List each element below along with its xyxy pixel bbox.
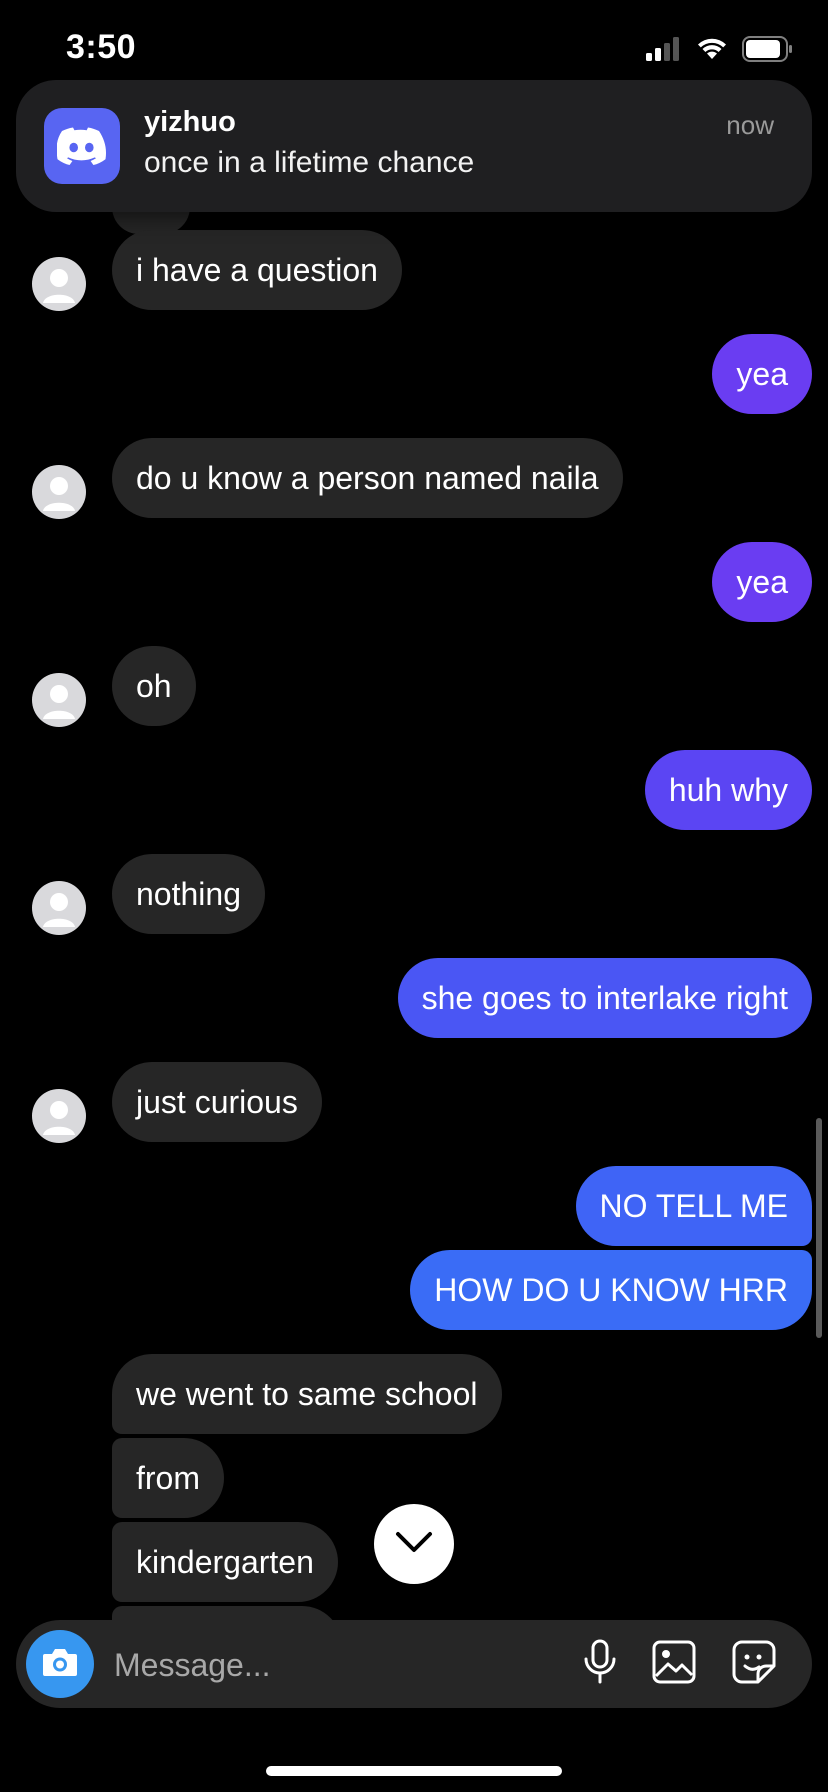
status-icons: [646, 36, 794, 67]
image-icon: [652, 1640, 696, 1689]
message-bubble-incoming[interactable]: kindergarten: [112, 1522, 338, 1602]
message-text: kindergarten: [136, 1543, 314, 1580]
message-bubble-outgoing[interactable]: yea: [712, 542, 812, 622]
message-text: yea: [736, 563, 788, 600]
message-bubble-incoming[interactable]: i have a question: [112, 230, 402, 310]
message-input[interactable]: [112, 1634, 576, 1696]
sticker-button[interactable]: [732, 1640, 776, 1689]
avatar[interactable]: [32, 257, 86, 311]
message-bubble-partial: [112, 1606, 342, 1620]
discord-icon: [44, 108, 120, 184]
message-bubble-outgoing[interactable]: yea: [712, 334, 812, 414]
message-text: from: [136, 1459, 200, 1496]
message-text: oh: [136, 667, 172, 704]
message-bubble-incoming[interactable]: oh: [112, 646, 196, 726]
message-text: nothing: [136, 875, 241, 912]
avatar[interactable]: [32, 881, 86, 935]
message-text: huh why: [668, 771, 788, 808]
message-text: NO TELL ME: [599, 1187, 789, 1224]
message-text: we went to same school: [136, 1375, 478, 1412]
message-composer: [16, 1620, 812, 1708]
microphone-button[interactable]: [578, 1639, 622, 1686]
avatar[interactable]: [32, 465, 86, 519]
message-bubble-outgoing[interactable]: NO TELL ME: [575, 1166, 812, 1246]
message-bubble-outgoing[interactable]: huh why: [644, 750, 812, 830]
camera-button[interactable]: [26, 1630, 94, 1698]
notification-banner[interactable]: yizhuo once in a lifetime chance now: [16, 80, 812, 212]
cellular-signal-icon: [646, 37, 682, 66]
scroll-to-bottom-button[interactable]: [374, 1504, 454, 1584]
notification-time: now: [726, 110, 774, 140]
avatar[interactable]: [32, 673, 86, 727]
avatar[interactable]: [32, 1089, 86, 1143]
battery-icon: [742, 36, 794, 67]
message-text: do u know a person named naila: [136, 459, 599, 496]
sticker-icon: [732, 1640, 776, 1689]
notification-title: yizhuo: [144, 106, 236, 138]
gallery-button[interactable]: [652, 1640, 696, 1689]
message-text: i have a question: [136, 251, 378, 288]
message-bubble-incoming[interactable]: nothing: [112, 854, 265, 934]
message-bubble-incoming[interactable]: do u know a person named naila: [112, 438, 623, 518]
message-bubble-incoming[interactable]: we went to same school: [112, 1354, 502, 1434]
microphone-icon: [582, 1639, 618, 1690]
scrollbar[interactable]: [816, 1118, 822, 1338]
message-text: she goes to interlake right: [421, 979, 788, 1016]
message-bubble-incoming[interactable]: from: [112, 1438, 224, 1518]
message-text: HOW DO U KNOW HRR: [434, 1271, 788, 1308]
message-bubble-incoming[interactable]: just curious: [112, 1062, 322, 1142]
message-text: yea: [736, 355, 788, 392]
status-bar: 3:50: [0, 0, 828, 80]
chevron-down-icon: [394, 1530, 434, 1559]
wifi-icon: [696, 37, 728, 66]
notification-body: once in a lifetime chance: [144, 146, 475, 179]
message-bubble-outgoing[interactable]: HOW DO U KNOW HRR: [410, 1250, 812, 1330]
message-thread[interactable]: i have a question yea do u know a person…: [0, 208, 828, 1620]
status-time: 3:50: [66, 28, 137, 66]
camera-icon: [41, 1646, 79, 1683]
message-bubble-outgoing[interactable]: she goes to interlake right: [397, 958, 812, 1038]
message-text: just curious: [136, 1083, 298, 1120]
home-indicator[interactable]: [266, 1766, 562, 1776]
